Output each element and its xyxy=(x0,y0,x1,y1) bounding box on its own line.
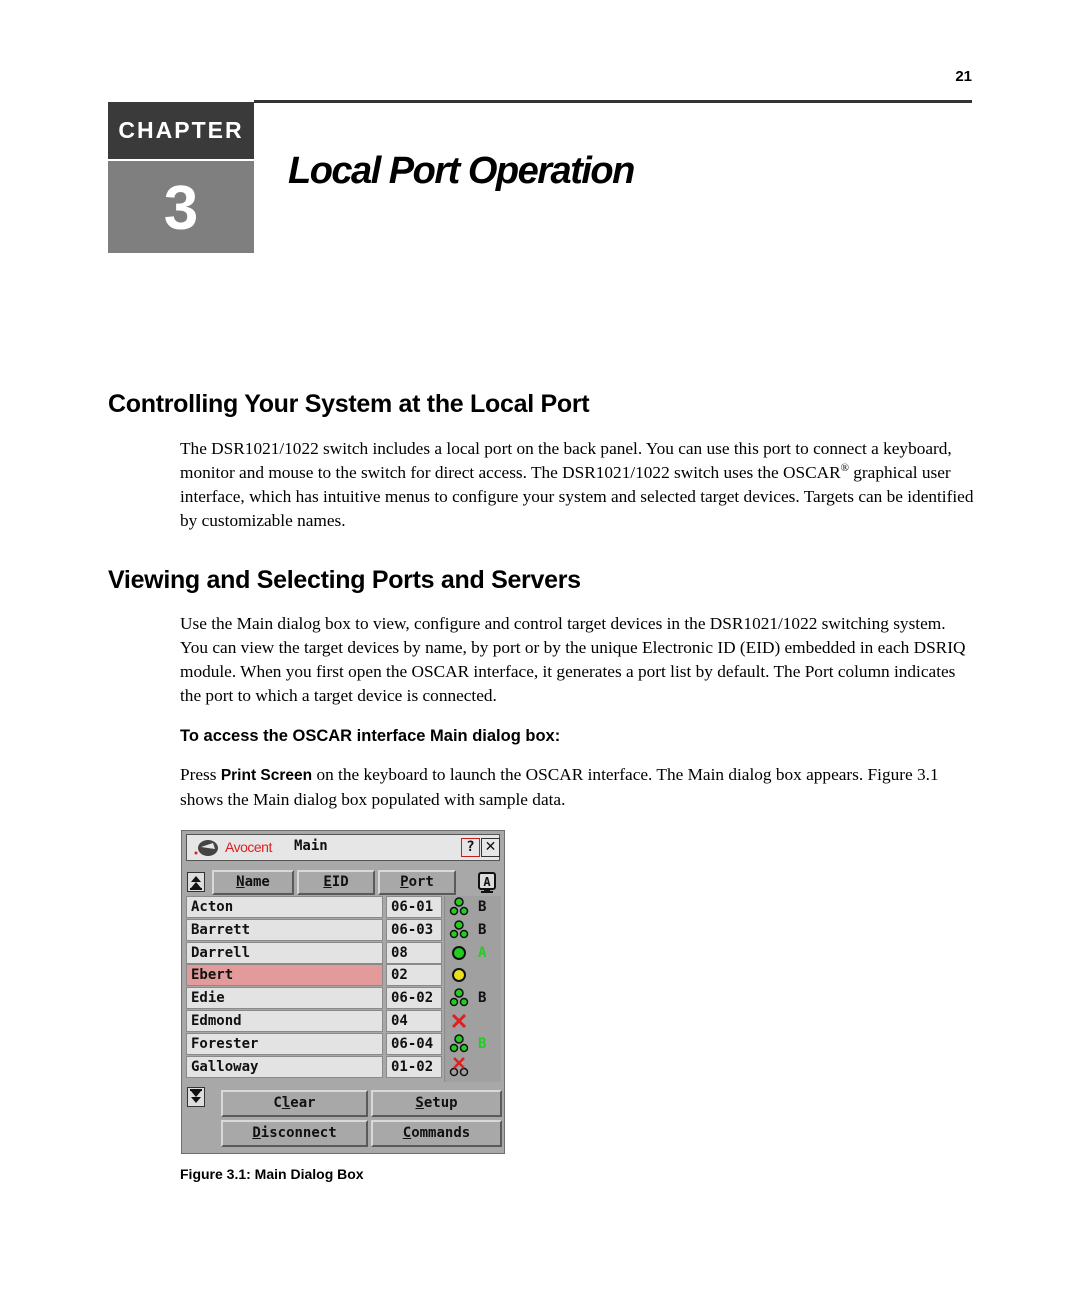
status-glyph xyxy=(452,968,466,983)
channel-indicator: B xyxy=(478,899,487,915)
dialog-title: Main xyxy=(294,838,328,854)
target-row[interactable]: Galloway 01-02 xyxy=(186,1055,500,1079)
target-row[interactable]: Darrell 08 A xyxy=(186,941,500,965)
clear-button[interactable]: Clear xyxy=(221,1090,368,1117)
target-port: 06-01 xyxy=(386,896,442,918)
mnemonic: S xyxy=(415,1095,424,1111)
help-button[interactable]: ? xyxy=(461,838,480,857)
target-port: 06-03 xyxy=(386,918,442,941)
step-text: Press xyxy=(180,765,221,784)
status-glyph xyxy=(449,897,469,916)
target-port: 02 xyxy=(386,964,442,987)
target-name[interactable]: Acton xyxy=(186,896,383,918)
section-heading-controlling: Controlling Your System at the Local Por… xyxy=(108,390,590,418)
target-port: 06-04 xyxy=(386,1032,442,1055)
registered-mark: ® xyxy=(840,462,849,475)
mnemonic: E xyxy=(323,874,332,890)
target-port: 01-02 xyxy=(386,1055,442,1078)
status-glyph xyxy=(449,988,469,1007)
mnemonic: D xyxy=(252,1125,261,1141)
section-paragraph-controlling: The DSR1021/1022 switch includes a local… xyxy=(180,437,975,533)
scroll-down-button[interactable] xyxy=(187,1087,205,1107)
key-name: Print Screen xyxy=(220,767,313,784)
scroll-up-button[interactable] xyxy=(187,872,205,892)
target-row[interactable]: Ebert 02 xyxy=(186,964,500,987)
target-row[interactable]: Forester 06-04 B xyxy=(186,1032,500,1056)
scroll-down-icon xyxy=(190,1089,202,1103)
mnemonic: C xyxy=(402,1125,412,1141)
chapter-label: CHAPTER xyxy=(108,102,254,159)
target-name[interactable]: Edmond xyxy=(186,1010,383,1032)
channel-indicator xyxy=(478,1056,494,1078)
procedure-heading: To access the OSCAR interface Main dialo… xyxy=(180,727,561,745)
status-glyph xyxy=(449,1034,469,1053)
sort-by-port-button[interactable]: Port xyxy=(378,870,456,895)
close-button[interactable]: ✕ xyxy=(481,838,500,857)
button-label: etup xyxy=(423,1095,458,1111)
button-label: isconnect xyxy=(260,1125,337,1141)
button-label: ort xyxy=(408,874,434,890)
target-row[interactable]: Acton 06-01 B xyxy=(186,896,500,919)
status-tiered-online-icon xyxy=(448,1034,470,1054)
target-port: 04 xyxy=(386,1010,442,1032)
button-label: ear xyxy=(290,1095,316,1111)
target-name[interactable]: Ebert xyxy=(186,964,383,987)
sort-by-name-button[interactable]: Name xyxy=(212,870,294,895)
mnemonic: N xyxy=(236,874,245,890)
button-label: C xyxy=(273,1095,282,1111)
sort-by-eid-button[interactable]: EID xyxy=(297,870,375,895)
target-name[interactable]: Edie xyxy=(186,987,383,1010)
status-glyph xyxy=(449,920,469,939)
target-name[interactable]: Darrell xyxy=(186,941,383,964)
monitor-view-icon[interactable]: A xyxy=(478,872,496,894)
section-heading-viewing: Viewing and Selecting Ports and Servers xyxy=(108,566,581,594)
figure-caption: Figure 3.1: Main Dialog Box xyxy=(180,1166,364,1182)
status-tiered-online-icon xyxy=(448,897,470,917)
status-tiered-online-icon xyxy=(448,988,470,1008)
paragraph-text: The DSR1021/1022 switch includes a local… xyxy=(180,439,952,482)
brand-name: Avocent xyxy=(225,839,272,855)
status-online-icon xyxy=(448,943,470,963)
status-tiered-offline-icon xyxy=(448,1056,470,1077)
avocent-logo-icon xyxy=(194,840,218,856)
target-name[interactable]: Galloway xyxy=(186,1055,383,1078)
page-number: 21 xyxy=(955,68,972,85)
status-offline-icon xyxy=(448,1011,470,1031)
status-glyph xyxy=(452,945,466,960)
channel-indicator: B xyxy=(478,921,487,938)
section-paragraph-viewing: Use the Main dialog box to view, configu… xyxy=(180,614,966,705)
target-row[interactable]: Barrett 06-03 B xyxy=(186,918,500,942)
status-tiered-online-icon xyxy=(448,920,470,940)
channel-indicator: B xyxy=(478,1035,487,1052)
status-glyph xyxy=(449,1056,469,1076)
chapter-number: 3 xyxy=(108,161,254,253)
disconnect-button[interactable]: Disconnect xyxy=(221,1120,368,1147)
mnemonic: P xyxy=(400,874,409,890)
status-warning-icon xyxy=(448,965,470,985)
header-rule xyxy=(254,100,972,103)
target-list: Acton 06-01 B Barrett 06-03 B Darrell 08 A Ebert 0… xyxy=(186,896,500,1082)
channel-indicator: B xyxy=(478,990,487,1007)
view-icon-letter: A xyxy=(483,875,491,889)
chapter-title: Local Port Operation xyxy=(288,150,635,192)
status-glyph xyxy=(451,1013,467,1029)
target-name[interactable]: Forester xyxy=(186,1032,383,1055)
button-label: ame xyxy=(244,874,270,890)
target-row[interactable]: Edie 06-02 B xyxy=(186,987,500,1010)
channel-indicator xyxy=(478,1010,494,1032)
button-label: ID xyxy=(331,874,349,890)
target-row[interactable]: Edmond 04 xyxy=(186,1010,500,1033)
target-name[interactable]: Barrett xyxy=(186,918,383,941)
channel-indicator xyxy=(478,964,494,986)
oscar-main-dialog: Avocent Main ? ✕ Name EID Port A Acton 06… xyxy=(181,830,505,1154)
button-label: ommands xyxy=(411,1125,471,1141)
setup-button[interactable]: Setup xyxy=(371,1090,502,1117)
procedure-step: Press Print Screen on the keyboard to la… xyxy=(180,763,975,812)
target-port: 08 xyxy=(386,941,442,964)
commands-button[interactable]: Commands xyxy=(371,1120,502,1147)
dialog-titlebar: Avocent Main ? ✕ xyxy=(186,834,500,861)
scroll-up-icon xyxy=(190,876,202,890)
target-port: 06-02 xyxy=(386,987,442,1010)
channel-indicator: A xyxy=(478,944,487,961)
